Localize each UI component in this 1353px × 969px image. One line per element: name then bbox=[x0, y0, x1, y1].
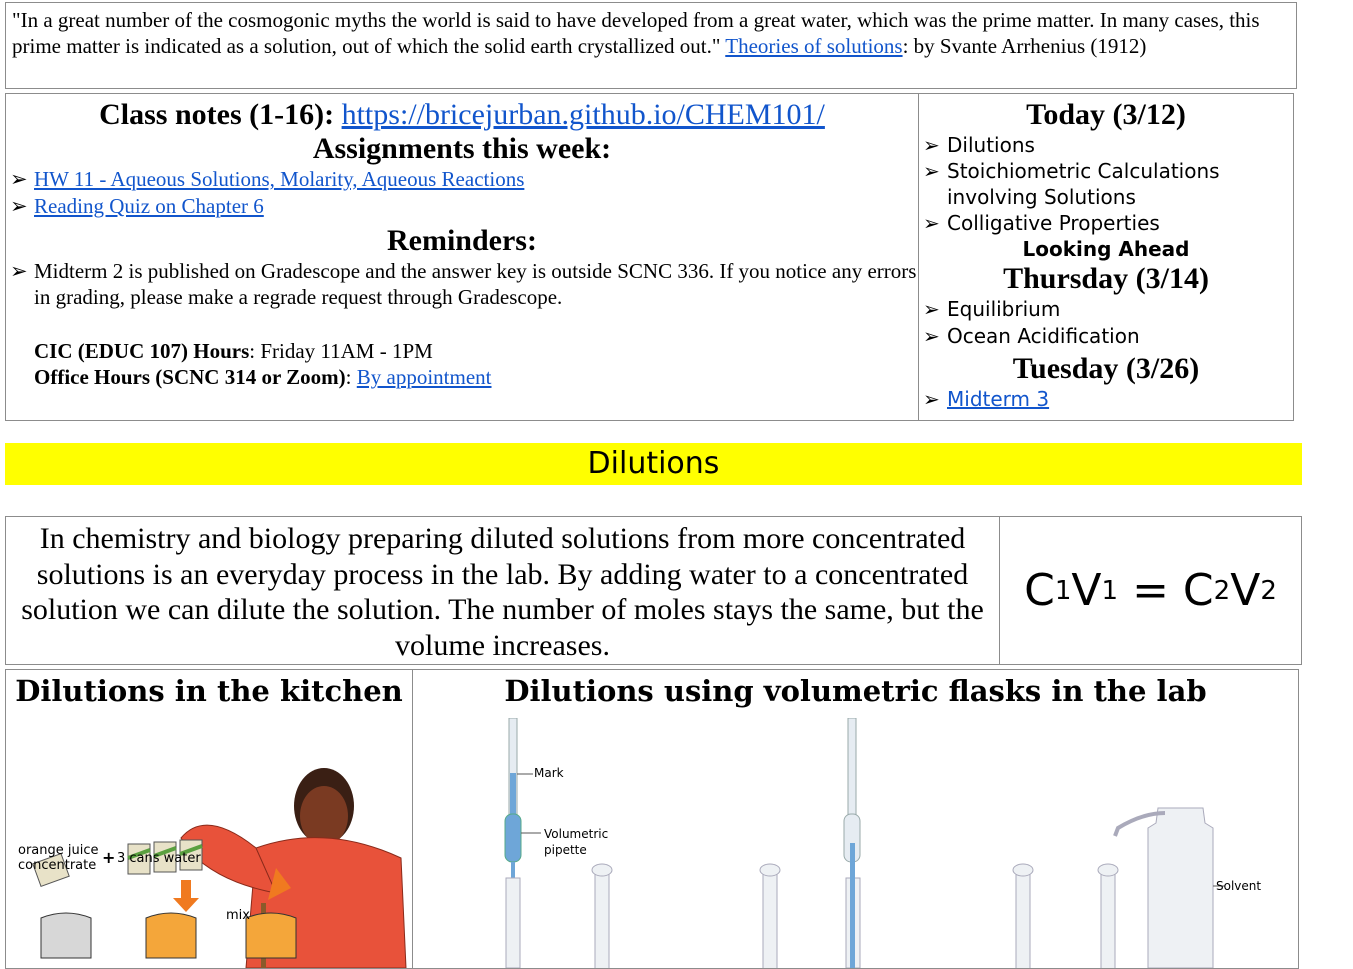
assignment-item: ➢ HW 11 - Aqueous Solutions, Molarity, Aq… bbox=[6, 166, 918, 193]
today-item-text: Dilutions bbox=[947, 133, 1035, 157]
today-item: ➢ Dilutions bbox=[919, 132, 1293, 158]
flask-neck-shape bbox=[762, 872, 778, 968]
thursday-item-text: Equilibrium bbox=[947, 297, 1061, 321]
today-item: ➢ Stoichiometric Calculations involving S… bbox=[919, 158, 1293, 210]
office-separator: : bbox=[345, 365, 357, 389]
mix-label: mix bbox=[226, 908, 250, 923]
c2-sub: 2 bbox=[1213, 575, 1231, 606]
c1-sub: 1 bbox=[1054, 575, 1072, 606]
quote-attribution: : by Svante Arrhenius (1912) bbox=[902, 34, 1147, 58]
arrow-bullet-icon: ➢ bbox=[10, 167, 28, 191]
tuesday-list: ➢ Midterm 3 bbox=[919, 386, 1293, 413]
assignment-item: ➢ Reading Quiz on Chapter 6 bbox=[6, 193, 918, 220]
face-shape bbox=[300, 786, 348, 846]
thursday-item: ➢ Ocean Acidification bbox=[919, 323, 1293, 350]
reminders-list: ➢ Midterm 2 is published on Gradescope an… bbox=[6, 258, 918, 310]
cic-value: : Friday 11AM - 1PM bbox=[249, 339, 433, 363]
reminders-heading: Reminders: bbox=[387, 224, 537, 257]
thursday-item-text: Ocean Acidification bbox=[947, 324, 1140, 348]
down-arrow-shape bbox=[173, 880, 199, 912]
schedule-panel: Today (3/12) ➢ Dilutions ➢ Stoichiometric … bbox=[918, 93, 1294, 421]
today-list: ➢ Dilutions ➢ Stoichiometric Calculations … bbox=[919, 132, 1293, 236]
arrow-bullet-icon: ➢ bbox=[923, 387, 940, 411]
pitcher-shape bbox=[245, 912, 297, 959]
dilution-equation: C1V1 = C2V2 bbox=[999, 516, 1302, 665]
thursday-heading: Thursday (3/14) bbox=[1003, 262, 1209, 295]
class-notes-link[interactable]: https://bricejurban.github.io/CHEM101/ bbox=[342, 98, 825, 131]
reminder-item: ➢ Midterm 2 is published on Gradescope an… bbox=[6, 258, 918, 310]
pipette-liquid-shape bbox=[850, 843, 855, 968]
lab-panel: Dilutions using volumetric flasks in the… bbox=[412, 669, 1299, 969]
pitcher-shape bbox=[40, 912, 92, 959]
flask-group-shape bbox=[505, 863, 1119, 968]
looking-ahead-heading: Looking Ahead bbox=[1022, 237, 1190, 261]
plus-label: + bbox=[102, 848, 116, 867]
flask-neck-shape bbox=[505, 877, 521, 968]
kitchen-panel: Dilutions in the kitchen orange juice co… bbox=[5, 669, 413, 969]
office-hours: Office Hours (SCNC 314 or Zoom): By appo… bbox=[34, 364, 918, 390]
thursday-item: ➢ Equilibrium bbox=[919, 296, 1293, 323]
wash-bottle-shape bbox=[1147, 807, 1214, 968]
arrow-bullet-icon: ➢ bbox=[10, 194, 28, 218]
office-label: Office Hours (SCNC 314 or Zoom) bbox=[34, 365, 346, 389]
flask-neck-shape bbox=[594, 872, 610, 968]
v2: V bbox=[1230, 565, 1261, 616]
class-notes-label: Class notes (1-16): bbox=[99, 98, 342, 131]
lab-title: Dilutions using volumetric flasks in the… bbox=[504, 674, 1207, 708]
theories-of-solutions-link[interactable]: Theories of solutions bbox=[725, 34, 902, 58]
quote-box: "In a great number of the cosmogonic myt… bbox=[5, 2, 1297, 89]
v1-sub: 1 bbox=[1101, 575, 1119, 606]
midterm3-link[interactable]: Midterm 3 bbox=[947, 387, 1049, 411]
reading-quiz-link[interactable]: Reading Quiz on Chapter 6 bbox=[34, 194, 264, 218]
cans-label: 3 cans water bbox=[117, 851, 201, 866]
equals: = bbox=[1118, 565, 1183, 616]
arrow-bullet-icon: ➢ bbox=[923, 297, 940, 321]
flask-stopper-shape bbox=[759, 863, 781, 877]
today-item: ➢ Colligative Properties bbox=[919, 210, 1293, 236]
pipette-bulb-shape bbox=[504, 813, 522, 863]
today-item-text: Colligative Properties bbox=[947, 211, 1160, 235]
mark-label: Mark bbox=[534, 766, 564, 780]
arrow-bullet-icon: ➢ bbox=[10, 259, 28, 283]
flask-neck-shape bbox=[1100, 872, 1116, 968]
pitcher-shape bbox=[145, 912, 197, 959]
assignments-list: ➢ HW 11 - Aqueous Solutions, Molarity, Aq… bbox=[6, 166, 918, 220]
dilution-intro: In chemistry and biology preparing dilut… bbox=[5, 516, 1000, 665]
v2-sub: 2 bbox=[1260, 575, 1277, 606]
pipette-stem-shape bbox=[847, 718, 857, 819]
pipette-liquid-shape bbox=[510, 773, 516, 818]
flask-stopper-shape bbox=[591, 863, 613, 877]
c1: C bbox=[1024, 565, 1055, 616]
assignments-heading: Assignments this week: bbox=[312, 132, 612, 165]
kitchen-title: Dilutions in the kitchen bbox=[15, 674, 403, 708]
solvent-label: Solvent bbox=[1216, 879, 1262, 893]
arrow-bullet-icon: ➢ bbox=[923, 159, 940, 183]
c2: C bbox=[1182, 565, 1214, 616]
tuesday-item: ➢ Midterm 3 bbox=[919, 386, 1293, 413]
v1: V bbox=[1071, 565, 1102, 616]
arrow-bullet-icon: ➢ bbox=[923, 324, 940, 348]
tuesday-heading: Tuesday (3/26) bbox=[1012, 352, 1200, 385]
flask-stopper-shape bbox=[1097, 863, 1119, 877]
flask-neck-shape bbox=[1015, 872, 1031, 968]
reminder-text: Midterm 2 is published on Gradescope and… bbox=[34, 259, 917, 309]
course-info-panel: Class notes (1-16): https://bricejurban.… bbox=[5, 93, 919, 421]
cic-hours: CIC (EDUC 107) Hours: Friday 11AM - 1PM bbox=[34, 338, 918, 364]
pipette-label: Volumetric pipette bbox=[544, 827, 609, 857]
arrow-bullet-icon: ➢ bbox=[923, 133, 940, 157]
cic-label: CIC (EDUC 107) Hours bbox=[34, 339, 250, 363]
today-heading: Today (3/12) bbox=[1026, 98, 1186, 131]
flask-stopper-shape bbox=[1012, 863, 1034, 877]
today-item-text: Stoichiometric Calculations involving So… bbox=[947, 159, 1220, 209]
hw11-link[interactable]: HW 11 - Aqueous Solutions, Molarity, Aqu… bbox=[34, 167, 524, 191]
arrow-bullet-icon: ➢ bbox=[923, 211, 940, 235]
thursday-list: ➢ Equilibrium ➢ Ocean Acidification bbox=[919, 296, 1293, 350]
by-appointment-link[interactable]: By appointment bbox=[357, 365, 492, 389]
dilutions-banner: Dilutions bbox=[5, 443, 1302, 485]
